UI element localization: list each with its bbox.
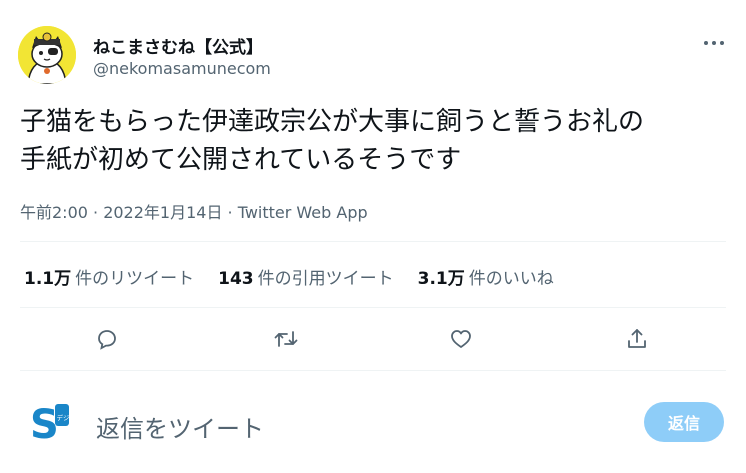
- retweets-count: 1.1万: [24, 269, 72, 289]
- tweet-text-line-1: 子猫をもらった伊達政宗公が大事に飼うと誓うお礼の: [20, 107, 645, 137]
- author-avatar[interactable]: [18, 26, 76, 84]
- like-icon[interactable]: [444, 322, 478, 356]
- retweet-icon[interactable]: [269, 322, 303, 356]
- tweet-timestamp[interactable]: 午前2:00 · 2022年1月14日 · Twitter Web App: [20, 199, 368, 223]
- avatar-letter: S: [30, 402, 59, 446]
- likes-label: 件のいいね: [468, 269, 554, 289]
- likes-stat[interactable]: 3.1万 件のいいね: [418, 264, 554, 289]
- avatar-sub-label: デジ: [57, 413, 71, 422]
- divider: [20, 241, 726, 242]
- tweet-text-line-2: 手紙が初めて公開されているそうです: [20, 145, 462, 175]
- author-handle[interactable]: @nekomasamunecom: [93, 59, 271, 78]
- reply-input[interactable]: 返信をツイート: [96, 409, 264, 444]
- author-display-name[interactable]: ねこまさむね【公式】: [93, 33, 263, 58]
- reply-button[interactable]: 返信: [644, 402, 724, 442]
- share-icon[interactable]: [620, 322, 654, 356]
- current-user-avatar[interactable]: S デジ: [26, 398, 74, 448]
- divider: [20, 307, 726, 308]
- quotes-count: 143: [218, 269, 254, 289]
- retweets-stat[interactable]: 1.1万 件のリツイート: [24, 264, 194, 289]
- likes-count: 3.1万: [417, 269, 465, 289]
- quotes-label: 件の引用ツイート: [257, 269, 394, 289]
- tweet-text: 子猫をもらった伊達政宗公が大事に飼うと誓うお礼の 手紙が初めて公開されているそう…: [20, 103, 730, 179]
- tweet-stats: 1.1万 件のリツイート 143 件の引用ツイート 3.1万 件のいいね: [24, 264, 554, 289]
- retweets-label: 件のリツイート: [75, 269, 195, 289]
- divider: [20, 370, 726, 371]
- reply-icon[interactable]: [90, 322, 124, 356]
- quotes-stat[interactable]: 143 件の引用ツイート: [218, 264, 394, 289]
- more-options-icon[interactable]: [703, 30, 725, 51]
